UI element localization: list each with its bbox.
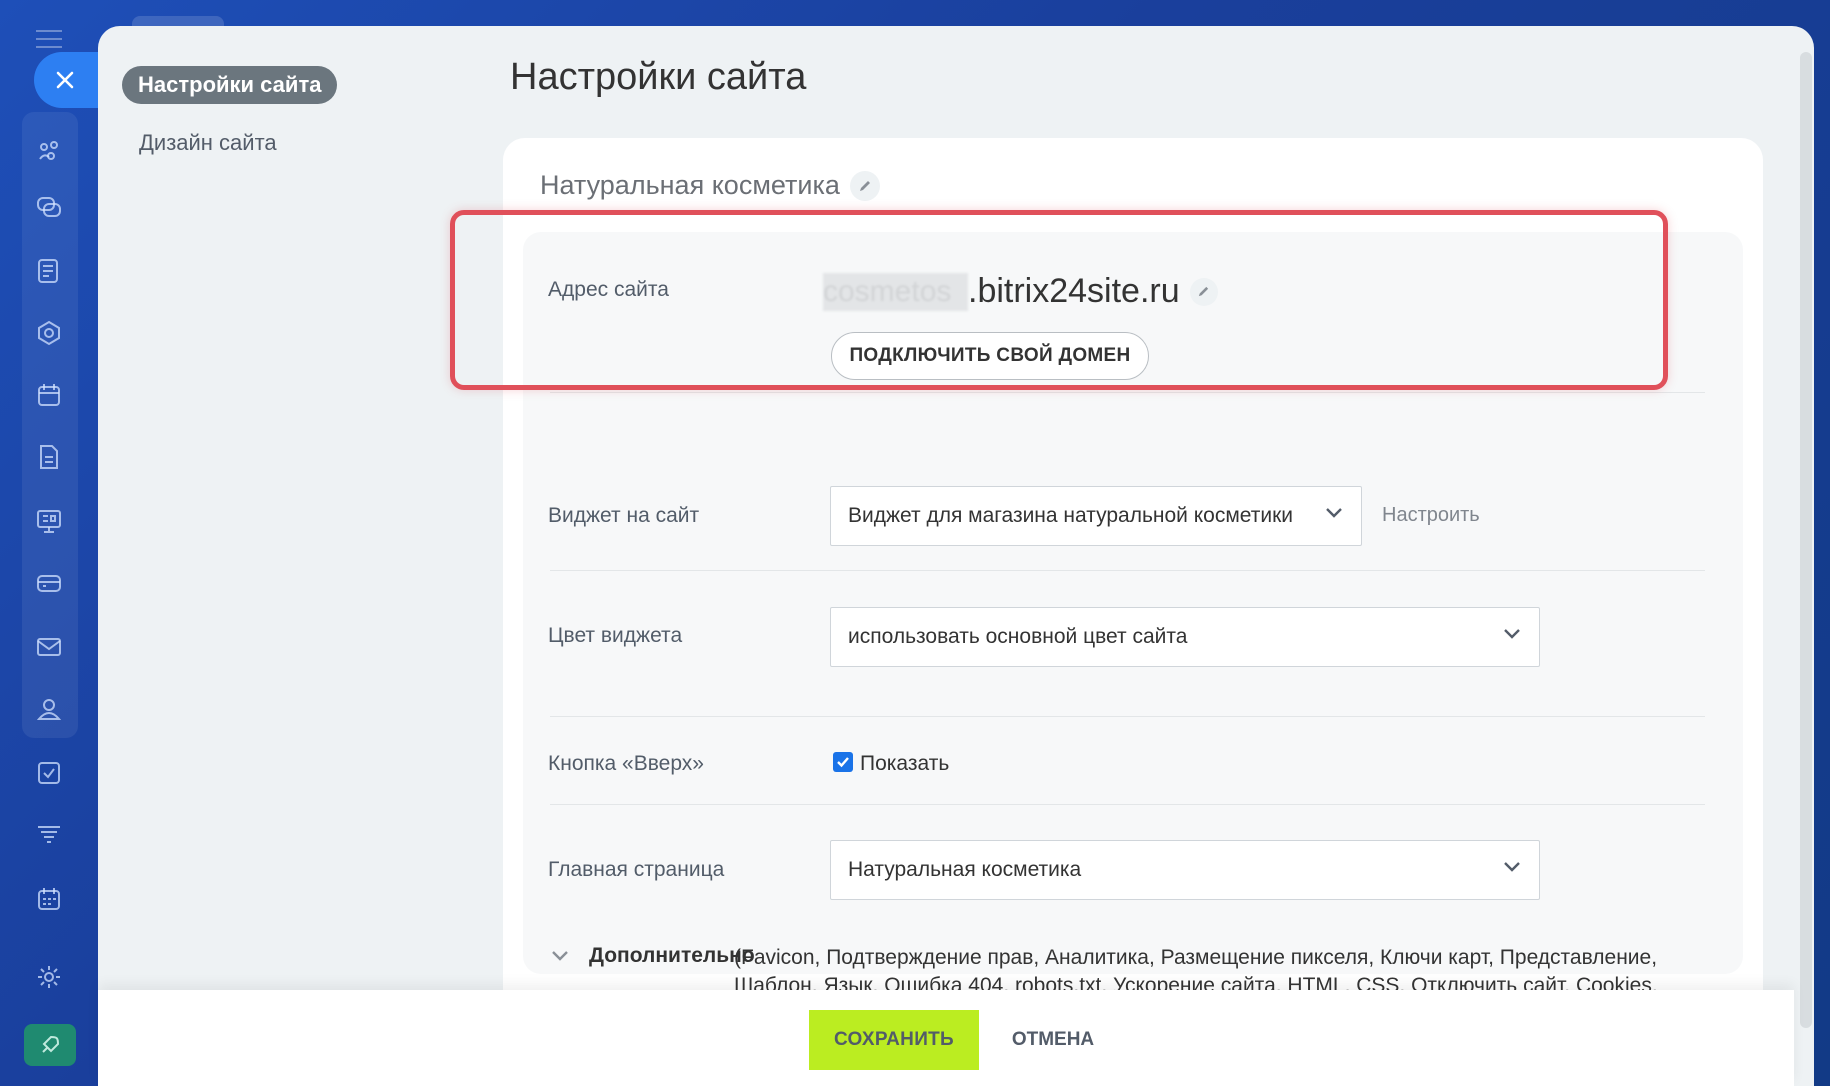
additional-title[interactable]: Дополнительно [589, 944, 755, 968]
sidebar-item-site-design[interactable]: Дизайн сайта [139, 130, 277, 156]
site-name-text: Натуральная косметика [540, 170, 840, 200]
home-page-label: Главная страница [548, 858, 725, 881]
widget-color-value: использовать основной цвет сайта [848, 625, 1188, 648]
feed-icon[interactable] [32, 254, 66, 288]
sidebar-item-site-settings[interactable]: Настройки сайта [122, 66, 338, 104]
presentation-icon[interactable] [32, 504, 66, 538]
menu-icon[interactable] [36, 30, 62, 50]
rocket-icon [42, 1035, 60, 1053]
chevron-down-icon [1504, 629, 1520, 639]
widget-setup-link[interactable]: Настроить [1382, 504, 1480, 527]
divider [550, 392, 1705, 393]
cancel-button[interactable]: ОТМЕНА [1003, 1010, 1103, 1070]
schedule-icon[interactable] [32, 882, 66, 916]
rocket-button[interactable] [24, 1024, 76, 1066]
page-title: Настройки сайта [510, 56, 807, 98]
crm-icon[interactable] [32, 134, 66, 168]
checkmark-icon [837, 757, 849, 768]
filter-icon[interactable] [32, 818, 66, 852]
settings-panel: Настройки сайта Дизайн сайта Настройки с… [98, 26, 1814, 1086]
mail-icon[interactable] [32, 630, 66, 664]
chevron-down-icon [1504, 862, 1520, 872]
close-icon [56, 71, 74, 89]
chevron-down-icon[interactable] [551, 950, 569, 962]
settings-icon[interactable] [32, 960, 66, 994]
left-rail [0, 0, 98, 1086]
home-page-value: Натуральная косметика [848, 858, 1082, 881]
close-button[interactable] [34, 52, 98, 108]
scrollbar[interactable] [1800, 52, 1812, 1028]
divider [550, 804, 1705, 805]
widget-select[interactable]: Виджет для магазина натуральной косметик… [830, 486, 1362, 546]
document-icon[interactable] [32, 440, 66, 474]
up-button-checkbox-label[interactable]: Показать [860, 752, 949, 776]
chevron-down-icon [1326, 508, 1342, 518]
hexagon-icon[interactable] [32, 316, 66, 350]
divider [550, 716, 1705, 717]
calendar-icon[interactable] [32, 378, 66, 412]
save-button[interactable]: СОХРАНИТЬ [809, 1010, 979, 1070]
home-page-select[interactable]: Натуральная косметика [830, 840, 1540, 900]
widget-color-label: Цвет виджета [548, 624, 683, 647]
divider [550, 570, 1705, 571]
address-highlight-frame [450, 210, 1668, 390]
widget-select-value: Виджет для магазина натуральной косметик… [848, 504, 1294, 527]
widget-label: Виджет на сайт [548, 504, 700, 527]
up-button-checkbox[interactable] [833, 752, 853, 772]
pencil-icon[interactable] [849, 170, 880, 201]
footer-bar: СОХРАНИТЬ ОТМЕНА [98, 990, 1794, 1086]
card-icon[interactable] [32, 566, 66, 600]
site-name: Натуральная косметика [540, 170, 880, 201]
widget-color-select[interactable]: использовать основной цвет сайта [830, 607, 1540, 667]
contacts-icon[interactable] [32, 692, 66, 726]
up-button-label: Кнопка «Вверх» [548, 752, 704, 775]
chat-icon[interactable] [32, 190, 66, 224]
tasks-icon[interactable] [32, 756, 66, 790]
